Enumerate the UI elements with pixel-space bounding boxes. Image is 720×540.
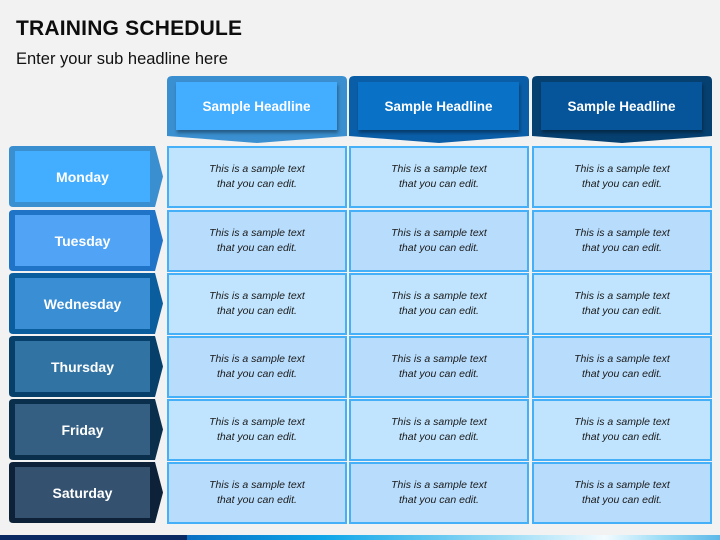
- cell-text-line-2: that you can edit.: [582, 305, 662, 317]
- day-name: Wednesday: [15, 278, 150, 329]
- footer-gradient-bar: [0, 535, 720, 540]
- column-header-label: Sample Headline: [541, 82, 702, 130]
- cell-text-line-2: that you can edit.: [399, 242, 479, 254]
- schedule-cell[interactable]: This is a sample text that you can edit.: [532, 273, 712, 335]
- cell-text-line-1: This is a sample text: [574, 479, 670, 491]
- day-name: Thursday: [15, 341, 150, 392]
- column-header-label: Sample Headline: [358, 82, 519, 130]
- cell-text-line-2: that you can edit.: [399, 494, 479, 506]
- schedule-cell[interactable]: This is a sample text that you can edit.: [167, 336, 347, 398]
- cell-text-line-1: This is a sample text: [574, 163, 670, 175]
- schedule-cell[interactable]: This is a sample text that you can edit.: [349, 462, 529, 524]
- schedule-cell[interactable]: This is a sample text that you can edit.: [532, 336, 712, 398]
- cell-text-line-1: This is a sample text: [209, 227, 305, 239]
- page-subtitle: Enter your sub headline here: [16, 50, 228, 68]
- schedule-cell[interactable]: This is a sample text that you can edit.: [349, 336, 529, 398]
- day-label-friday: Friday: [9, 399, 165, 460]
- cell-text-line-1: This is a sample text: [391, 163, 487, 175]
- cell-text-line-1: This is a sample text: [391, 227, 487, 239]
- day-label-thursday: Thursday: [9, 336, 165, 397]
- cell-text-line-2: that you can edit.: [582, 368, 662, 380]
- cell-text-line-1: This is a sample text: [209, 479, 305, 491]
- schedule-cell[interactable]: This is a sample text that you can edit.: [167, 399, 347, 461]
- cell-text-line-2: that you can edit.: [399, 368, 479, 380]
- cell-text-line-2: that you can edit.: [582, 178, 662, 190]
- cell-text-line-2: that you can edit.: [399, 431, 479, 443]
- cell-text-line-2: that you can edit.: [217, 242, 297, 254]
- cell-text-line-1: This is a sample text: [391, 416, 487, 428]
- column-header-2: Sample Headline: [349, 76, 529, 143]
- cell-text-line-2: that you can edit.: [582, 431, 662, 443]
- page-title: TRAINING SCHEDULE: [16, 17, 243, 40]
- day-label-saturday: Saturday: [9, 462, 165, 523]
- cell-text-line-1: This is a sample text: [209, 353, 305, 365]
- day-name: Tuesday: [15, 215, 150, 266]
- schedule-cell[interactable]: This is a sample text that you can edit.: [167, 146, 347, 208]
- column-header-label: Sample Headline: [176, 82, 337, 130]
- cell-text-line-1: This is a sample text: [391, 353, 487, 365]
- cell-text-line-1: This is a sample text: [574, 353, 670, 365]
- schedule-cell[interactable]: This is a sample text that you can edit.: [532, 462, 712, 524]
- cell-text-line-2: that you can edit.: [582, 242, 662, 254]
- cell-text-line-2: that you can edit.: [217, 494, 297, 506]
- day-label-tuesday: Tuesday: [9, 210, 165, 271]
- cell-text-line-1: This is a sample text: [391, 290, 487, 302]
- cell-text-line-1: This is a sample text: [391, 479, 487, 491]
- cell-text-line-1: This is a sample text: [209, 290, 305, 302]
- day-name: Saturday: [15, 467, 150, 518]
- cell-text-line-2: that you can edit.: [217, 178, 297, 190]
- schedule-cell[interactable]: This is a sample text that you can edit.: [349, 146, 529, 208]
- cell-text-line-2: that you can edit.: [217, 431, 297, 443]
- schedule-cell[interactable]: This is a sample text that you can edit.: [532, 399, 712, 461]
- day-name: Monday: [15, 151, 150, 202]
- cell-text-line-1: This is a sample text: [574, 227, 670, 239]
- column-header-1: Sample Headline: [167, 76, 347, 143]
- schedule-cell[interactable]: This is a sample text that you can edit.: [167, 273, 347, 335]
- cell-text-line-1: This is a sample text: [574, 416, 670, 428]
- schedule-cell[interactable]: This is a sample text that you can edit.: [167, 462, 347, 524]
- schedule-cell[interactable]: This is a sample text that you can edit.: [532, 146, 712, 208]
- schedule-cell[interactable]: This is a sample text that you can edit.: [167, 210, 347, 272]
- day-name: Friday: [15, 404, 150, 455]
- schedule-cell[interactable]: This is a sample text that you can edit.: [349, 399, 529, 461]
- cell-text-line-1: This is a sample text: [209, 416, 305, 428]
- cell-text-line-2: that you can edit.: [399, 178, 479, 190]
- cell-text-line-1: This is a sample text: [574, 290, 670, 302]
- cell-text-line-2: that you can edit.: [217, 305, 297, 317]
- cell-text-line-2: that you can edit.: [399, 305, 479, 317]
- cell-text-line-2: that you can edit.: [582, 494, 662, 506]
- day-label-wednesday: Wednesday: [9, 273, 165, 334]
- cell-text-line-2: that you can edit.: [217, 368, 297, 380]
- schedule-cell[interactable]: This is a sample text that you can edit.: [349, 210, 529, 272]
- cell-text-line-1: This is a sample text: [209, 163, 305, 175]
- schedule-cell[interactable]: This is a sample text that you can edit.: [532, 210, 712, 272]
- column-header-3: Sample Headline: [532, 76, 712, 143]
- day-label-monday: Monday: [9, 146, 165, 207]
- schedule-cell[interactable]: This is a sample text that you can edit.: [349, 273, 529, 335]
